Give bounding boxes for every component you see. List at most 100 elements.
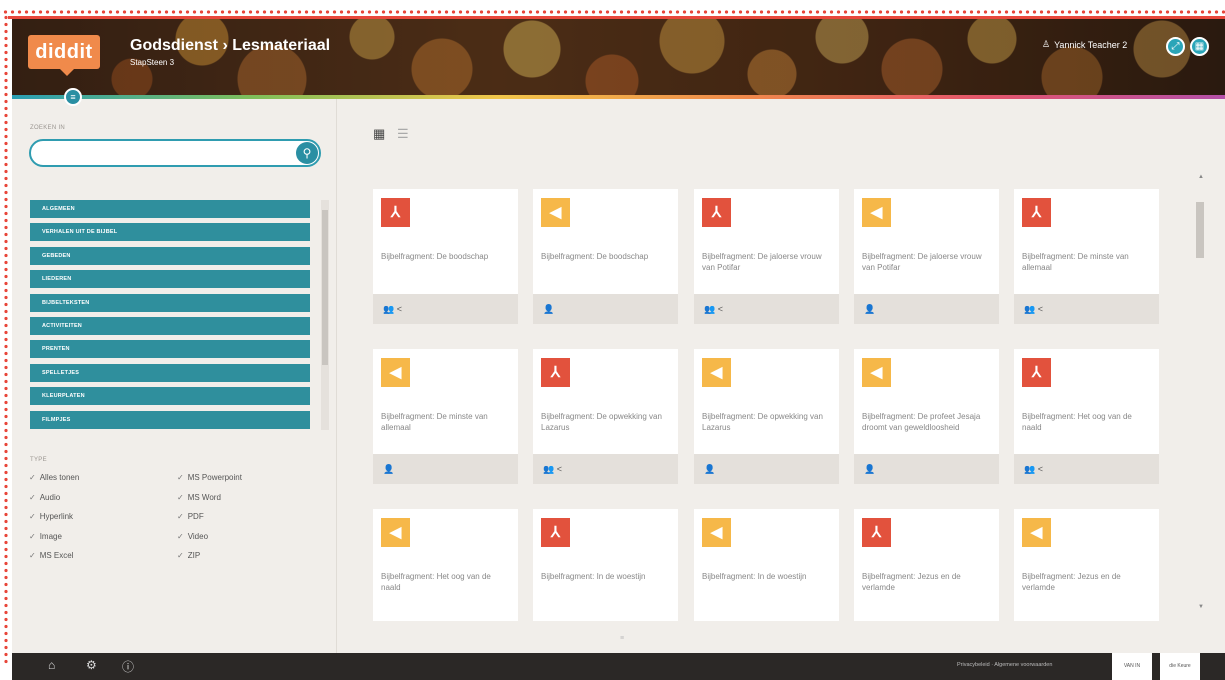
material-card[interactable]: ◀ Bijbelfragment: De profeet Jesaja droom… xyxy=(854,349,999,484)
die-keure-logo[interactable]: die Keure xyxy=(1160,653,1200,680)
header xyxy=(12,19,1225,95)
category-item[interactable]: ACTIVITEITEN xyxy=(30,316,310,335)
user-name: Yannick Teacher 2 xyxy=(1054,39,1128,50)
material-card[interactable]: ◀ Bijbelfragment: De boodschap 👤 xyxy=(533,189,678,324)
card-footer-share[interactable]: 👥 < xyxy=(533,454,678,484)
search-input[interactable] xyxy=(41,141,295,165)
pdf-icon: ⅄ xyxy=(541,358,570,387)
pdf-icon: ⅄ xyxy=(1022,198,1051,227)
checkmark-icon: ✓ xyxy=(177,492,184,502)
type-checkbox[interactable]: ✓ Audio xyxy=(29,493,79,513)
card-title: Bijbelfragment: De boodschap xyxy=(381,252,489,261)
type-checkbox[interactable]: ✓ ZIP xyxy=(177,551,242,571)
material-card[interactable]: ◀ Bijbelfragment: De jaloerse vrouw van P… xyxy=(854,189,999,324)
type-checkbox[interactable]: ✓ PDF xyxy=(177,512,242,532)
audio-icon: ◀ xyxy=(862,358,891,387)
material-card[interactable]: ⅄ Bijbelfragment: Jezus en de verlamde xyxy=(854,509,999,621)
type-label-text: PDF xyxy=(187,512,204,521)
card-title: Bijbelfragment: Jezus en de verlamde xyxy=(862,572,961,592)
settings-icon[interactable]: ⚙ xyxy=(86,658,97,672)
material-card[interactable]: ◀ Bijbelfragment: Het oog van de naald xyxy=(373,509,518,621)
type-checkbox[interactable]: ✓ MS Word xyxy=(177,493,242,513)
type-checkbox[interactable]: ✓ Video xyxy=(177,532,242,552)
category-item[interactable]: GEBEDEN xyxy=(30,246,310,265)
material-card[interactable]: ⅄ Bijbelfragment: De boodschap 👥 < xyxy=(373,189,518,324)
card-footer-share[interactable]: 👥 < xyxy=(1014,294,1159,324)
content-scrollbar[interactable]: ▲ ▼ xyxy=(1195,174,1207,622)
diddit-logo[interactable]: diddit xyxy=(28,35,100,76)
type-checkbox[interactable]: ✓ MS Excel xyxy=(29,551,79,571)
type-checkbox[interactable]: ✓ Image xyxy=(29,532,79,552)
scroll-down-icon[interactable]: ▼ xyxy=(1198,604,1204,610)
type-label: TYPE xyxy=(30,457,47,463)
type-label-text: Hyperlink xyxy=(39,512,74,521)
card-footer-share[interactable]: 👤 xyxy=(854,294,999,324)
footer-links[interactable]: Privacybeleid · Algemene voorwaarden xyxy=(957,662,1052,668)
grid-icon[interactable]: ▦ xyxy=(1190,37,1209,56)
category-item[interactable]: LIEDEREN xyxy=(30,270,310,289)
type-label-text: MS Word xyxy=(187,492,221,502)
card-footer-share[interactable]: 👥 < xyxy=(694,294,839,324)
checkmark-icon: ✓ xyxy=(177,473,184,482)
material-card[interactable]: ⅄ Bijbelfragment: In de woestijn xyxy=(533,509,678,621)
user-menu[interactable]: ♙ Yannick Teacher 2 xyxy=(1042,39,1127,50)
card-title: Bijbelfragment: De opwekking van Lazarus xyxy=(541,412,662,432)
grid-view-icon[interactable]: ▦ xyxy=(373,126,385,142)
material-card[interactable]: ⅄ Bijbelfragment: De minste van allemaal 👥… xyxy=(1014,189,1159,324)
checkmark-icon: ✓ xyxy=(177,551,184,560)
type-label-text: MS Excel xyxy=(39,551,74,560)
card-title: Bijbelfragment: Jezus en de verlamde xyxy=(1022,572,1121,592)
material-card[interactable]: ⅄ Bijbelfragment: De opwekking van Lazaru… xyxy=(533,349,678,484)
card-footer-share[interactable]: 👥 < xyxy=(373,294,518,324)
type-checkbox[interactable]: ✓ Alles tonen xyxy=(29,473,79,493)
category-scrollbar[interactable] xyxy=(321,200,329,430)
card-footer-share[interactable]: 👤 xyxy=(854,454,999,484)
type-label-text: Image xyxy=(39,531,62,541)
resize-grip-icon[interactable]: ≡ xyxy=(620,635,624,642)
expand-icon[interactable]: ⤢ xyxy=(1166,37,1185,56)
material-card[interactable]: ◀ Bijbelfragment: De opwekking van Lazaru… xyxy=(694,349,839,484)
card-footer-share[interactable]: 👥 < xyxy=(1014,454,1159,484)
list-view-icon[interactable]: ☰ xyxy=(397,126,409,142)
page-title: Godsdienst › Lesmateriaal xyxy=(130,37,331,54)
help-icon[interactable]: ⓘ xyxy=(122,658,134,675)
category-item[interactable]: BIJBELTEKSTEN xyxy=(30,293,310,312)
sidebar: ZOEKEN IN ⚲ ALGEMEEN VERHALEN UIT DE BIJB… xyxy=(12,99,337,653)
card-title: Bijbelfragment: De boodschap xyxy=(541,252,649,261)
audio-icon: ◀ xyxy=(541,198,570,227)
search-icon[interactable]: ⚲ xyxy=(296,142,318,164)
material-card[interactable]: ◀ Bijbelfragment: Jezus en de verlamde xyxy=(1014,509,1159,621)
audio-icon: ◀ xyxy=(1022,518,1051,547)
van-in-logo[interactable]: VAN IN xyxy=(1112,653,1152,680)
category-item[interactable]: FILMPJES xyxy=(30,410,310,429)
audio-icon: ◀ xyxy=(381,518,410,547)
audio-icon: ◀ xyxy=(702,518,731,547)
card-title: Bijbelfragment: De opwekking van Lazarus xyxy=(702,412,823,432)
content-scroll-thumb[interactable] xyxy=(1196,202,1204,258)
card-title: Bijbelfragment: De jaloerse vrouw van Po… xyxy=(862,252,982,272)
category-item[interactable]: VERHALEN UIT DE BIJBEL xyxy=(30,223,310,242)
material-card[interactable]: ◀ Bijbelfragment: De minste van allemaal 👤 xyxy=(373,349,518,484)
audio-icon: ◀ xyxy=(381,358,410,387)
type-checkbox[interactable]: ✓ MS Powerpoint xyxy=(177,473,242,493)
category-item[interactable]: PRENTEN xyxy=(30,340,310,359)
menu-toggle-icon[interactable]: ≡ xyxy=(64,88,82,106)
card-title: Bijbelfragment: De profeet Jesaja droomt… xyxy=(862,412,981,432)
material-card[interactable]: ⅄ Bijbelfragment: De jaloerse vrouw van P… xyxy=(694,189,839,324)
card-footer-share[interactable]: 👤 xyxy=(694,454,839,484)
scroll-up-icon[interactable]: ▲ xyxy=(1198,174,1204,180)
card-footer-share[interactable]: 👤 xyxy=(533,294,678,324)
material-card[interactable]: ◀ Bijbelfragment: In de woestijn xyxy=(694,509,839,621)
logo-text: diddit xyxy=(35,41,93,63)
material-card[interactable]: ⅄ Bijbelfragment: Het oog van de naald 👥 < xyxy=(1014,349,1159,484)
type-checkbox[interactable]: ✓ Hyperlink xyxy=(29,512,79,532)
category-item[interactable]: SPELLETJES xyxy=(30,363,310,382)
category-scroll-thumb[interactable] xyxy=(322,210,328,365)
home-icon[interactable]: ⌂ xyxy=(48,658,55,672)
category-list: ALGEMEEN VERHALEN UIT DE BIJBEL GEBEDEN LIE… xyxy=(30,200,310,434)
card-footer-share[interactable]: 👤 xyxy=(373,454,518,484)
decorative-dotted-border-left xyxy=(0,14,10,664)
pdf-icon: ⅄ xyxy=(1022,358,1051,387)
category-item[interactable]: KLEURPLATEN xyxy=(30,387,310,406)
category-item[interactable]: ALGEMEEN xyxy=(30,200,310,218)
